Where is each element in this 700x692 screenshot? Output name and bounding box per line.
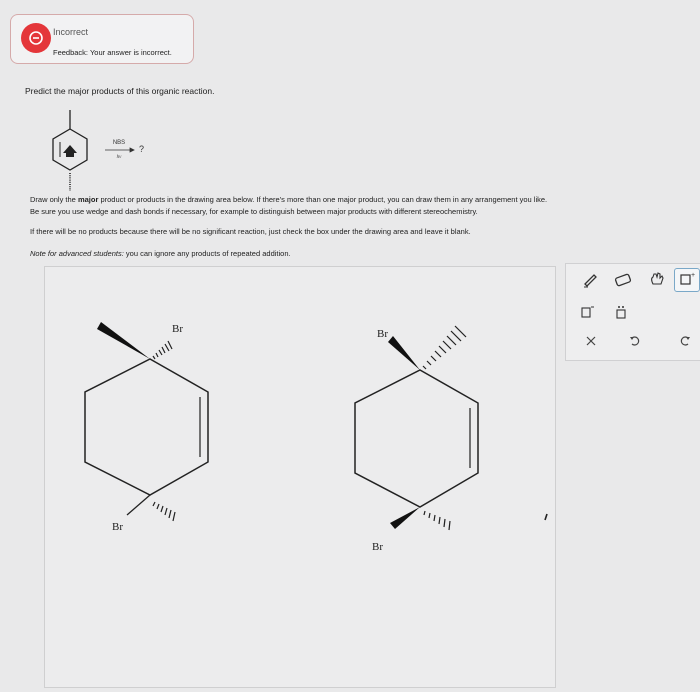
feedback-message: Feedback: Your answer is incorrect. bbox=[53, 48, 172, 57]
drawing-canvas[interactable]: Br Br Br Br bbox=[45, 267, 555, 687]
wedge-bond-br-bottom bbox=[390, 507, 420, 529]
reagent-nbs: NBS bbox=[113, 140, 125, 146]
reagent-hv: hν bbox=[117, 155, 123, 160]
dash-bond-br-top bbox=[152, 340, 173, 360]
eraser-icon[interactable] bbox=[612, 270, 634, 288]
drawing-area[interactable]: Br Br Br Br bbox=[44, 266, 556, 688]
mol1-br-bottom: Br bbox=[112, 521, 123, 533]
mol1-br-top: Br bbox=[172, 323, 183, 335]
charge-box-icon[interactable] bbox=[576, 304, 598, 320]
mol2-br-top: Br bbox=[377, 328, 388, 340]
incorrect-icon bbox=[21, 23, 51, 53]
drawing-toolbar: + bbox=[565, 263, 700, 361]
product-molecule-2 bbox=[354, 325, 548, 531]
instruction-line-3: If there will be no products because the… bbox=[30, 227, 471, 236]
dash-bond-methyl-bottom bbox=[152, 501, 176, 522]
lone-pair-icon[interactable] bbox=[610, 304, 632, 320]
instruction-line-1: Draw only the major product or products … bbox=[30, 195, 548, 204]
instruction-line-4: Note for advanced students: you can igno… bbox=[30, 249, 291, 258]
starting-material bbox=[52, 110, 88, 191]
clear-icon[interactable] bbox=[580, 334, 602, 348]
mol2-br-bottom: Br bbox=[372, 541, 383, 553]
pencil-icon[interactable] bbox=[580, 270, 602, 288]
dash-bond-methyl-top bbox=[422, 325, 467, 370]
reaction-arrow bbox=[105, 147, 135, 153]
product-question-mark: ? bbox=[139, 144, 144, 154]
product-molecule-1 bbox=[84, 322, 209, 522]
reaction-scheme: NBS hν ? bbox=[52, 110, 144, 191]
feedback-status: Incorrect bbox=[53, 27, 89, 37]
hand-icon[interactable] bbox=[646, 270, 668, 288]
svg-text:+: + bbox=[691, 272, 695, 279]
wedge-bond-methyl-top bbox=[97, 322, 150, 359]
dash-bond-methyl-bottom-2 bbox=[423, 510, 451, 531]
redo-icon[interactable] bbox=[674, 334, 696, 348]
question-prompt: Predict the major products of this organ… bbox=[25, 86, 215, 96]
feedback-box: Incorrect Feedback: Your answer is incor… bbox=[10, 14, 194, 64]
instruction-line-2: Be sure you use wedge and dash bonds if … bbox=[30, 207, 478, 216]
add-box-icon[interactable]: + bbox=[674, 268, 700, 292]
undo-icon[interactable] bbox=[624, 334, 646, 348]
wedge-bond-br-top bbox=[388, 336, 420, 370]
